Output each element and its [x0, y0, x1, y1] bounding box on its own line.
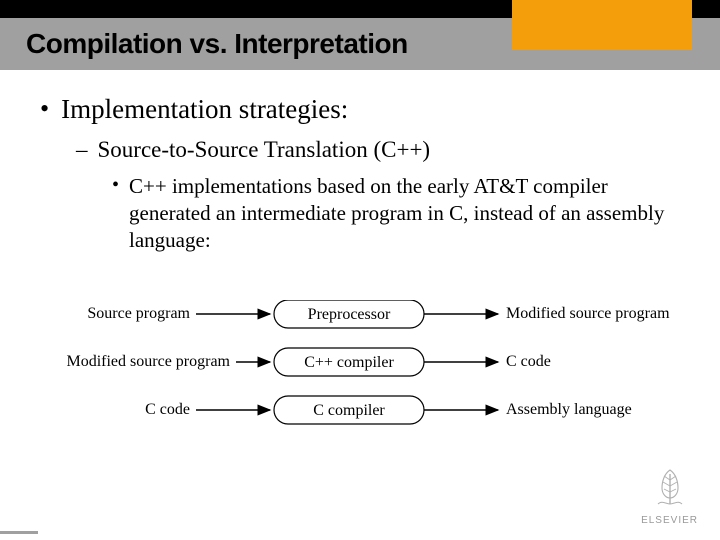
row2-box-label: C++ compiler	[304, 354, 394, 371]
orange-accent-box	[512, 0, 692, 50]
bullet-level2: – Source-to-Source Translation (C++)	[76, 137, 680, 163]
row1-right-label: Modified source program	[506, 305, 670, 322]
row3-right-label: Assembly language	[506, 401, 632, 418]
row3-box-label: C compiler	[313, 402, 385, 419]
bullet-level1: • Implementation strategies:	[40, 94, 680, 125]
content-area: • Implementation strategies: – Source-to…	[0, 70, 720, 254]
publisher-logo: ELSEVIER	[641, 464, 698, 526]
row3-left-label: C code	[145, 401, 190, 418]
pipeline-diagram: Source program Preprocessor Modified sou…	[40, 300, 680, 450]
bullet3-text: C++ implementations based on the early A…	[129, 173, 680, 254]
tree-icon	[648, 464, 692, 508]
bullet-dot-icon: •	[112, 173, 119, 254]
bullet-dot-icon: •	[40, 94, 49, 125]
footer-accent-line	[0, 531, 38, 534]
row1-left-label: Source program	[87, 305, 190, 322]
bullet2-text: Source-to-Source Translation (C++)	[98, 137, 431, 163]
dash-icon: –	[76, 137, 88, 163]
top-black-strip	[0, 0, 720, 18]
bullet-level3: • C++ implementations based on the early…	[112, 173, 680, 254]
slide-title: Compilation vs. Interpretation	[26, 28, 408, 60]
bullet1-text: Implementation strategies:	[61, 94, 348, 125]
row2-right-label: C code	[506, 353, 551, 370]
row1-box-label: Preprocessor	[308, 306, 391, 323]
publisher-name: ELSEVIER	[641, 515, 698, 526]
row2-left-label: Modified source program	[66, 353, 230, 370]
